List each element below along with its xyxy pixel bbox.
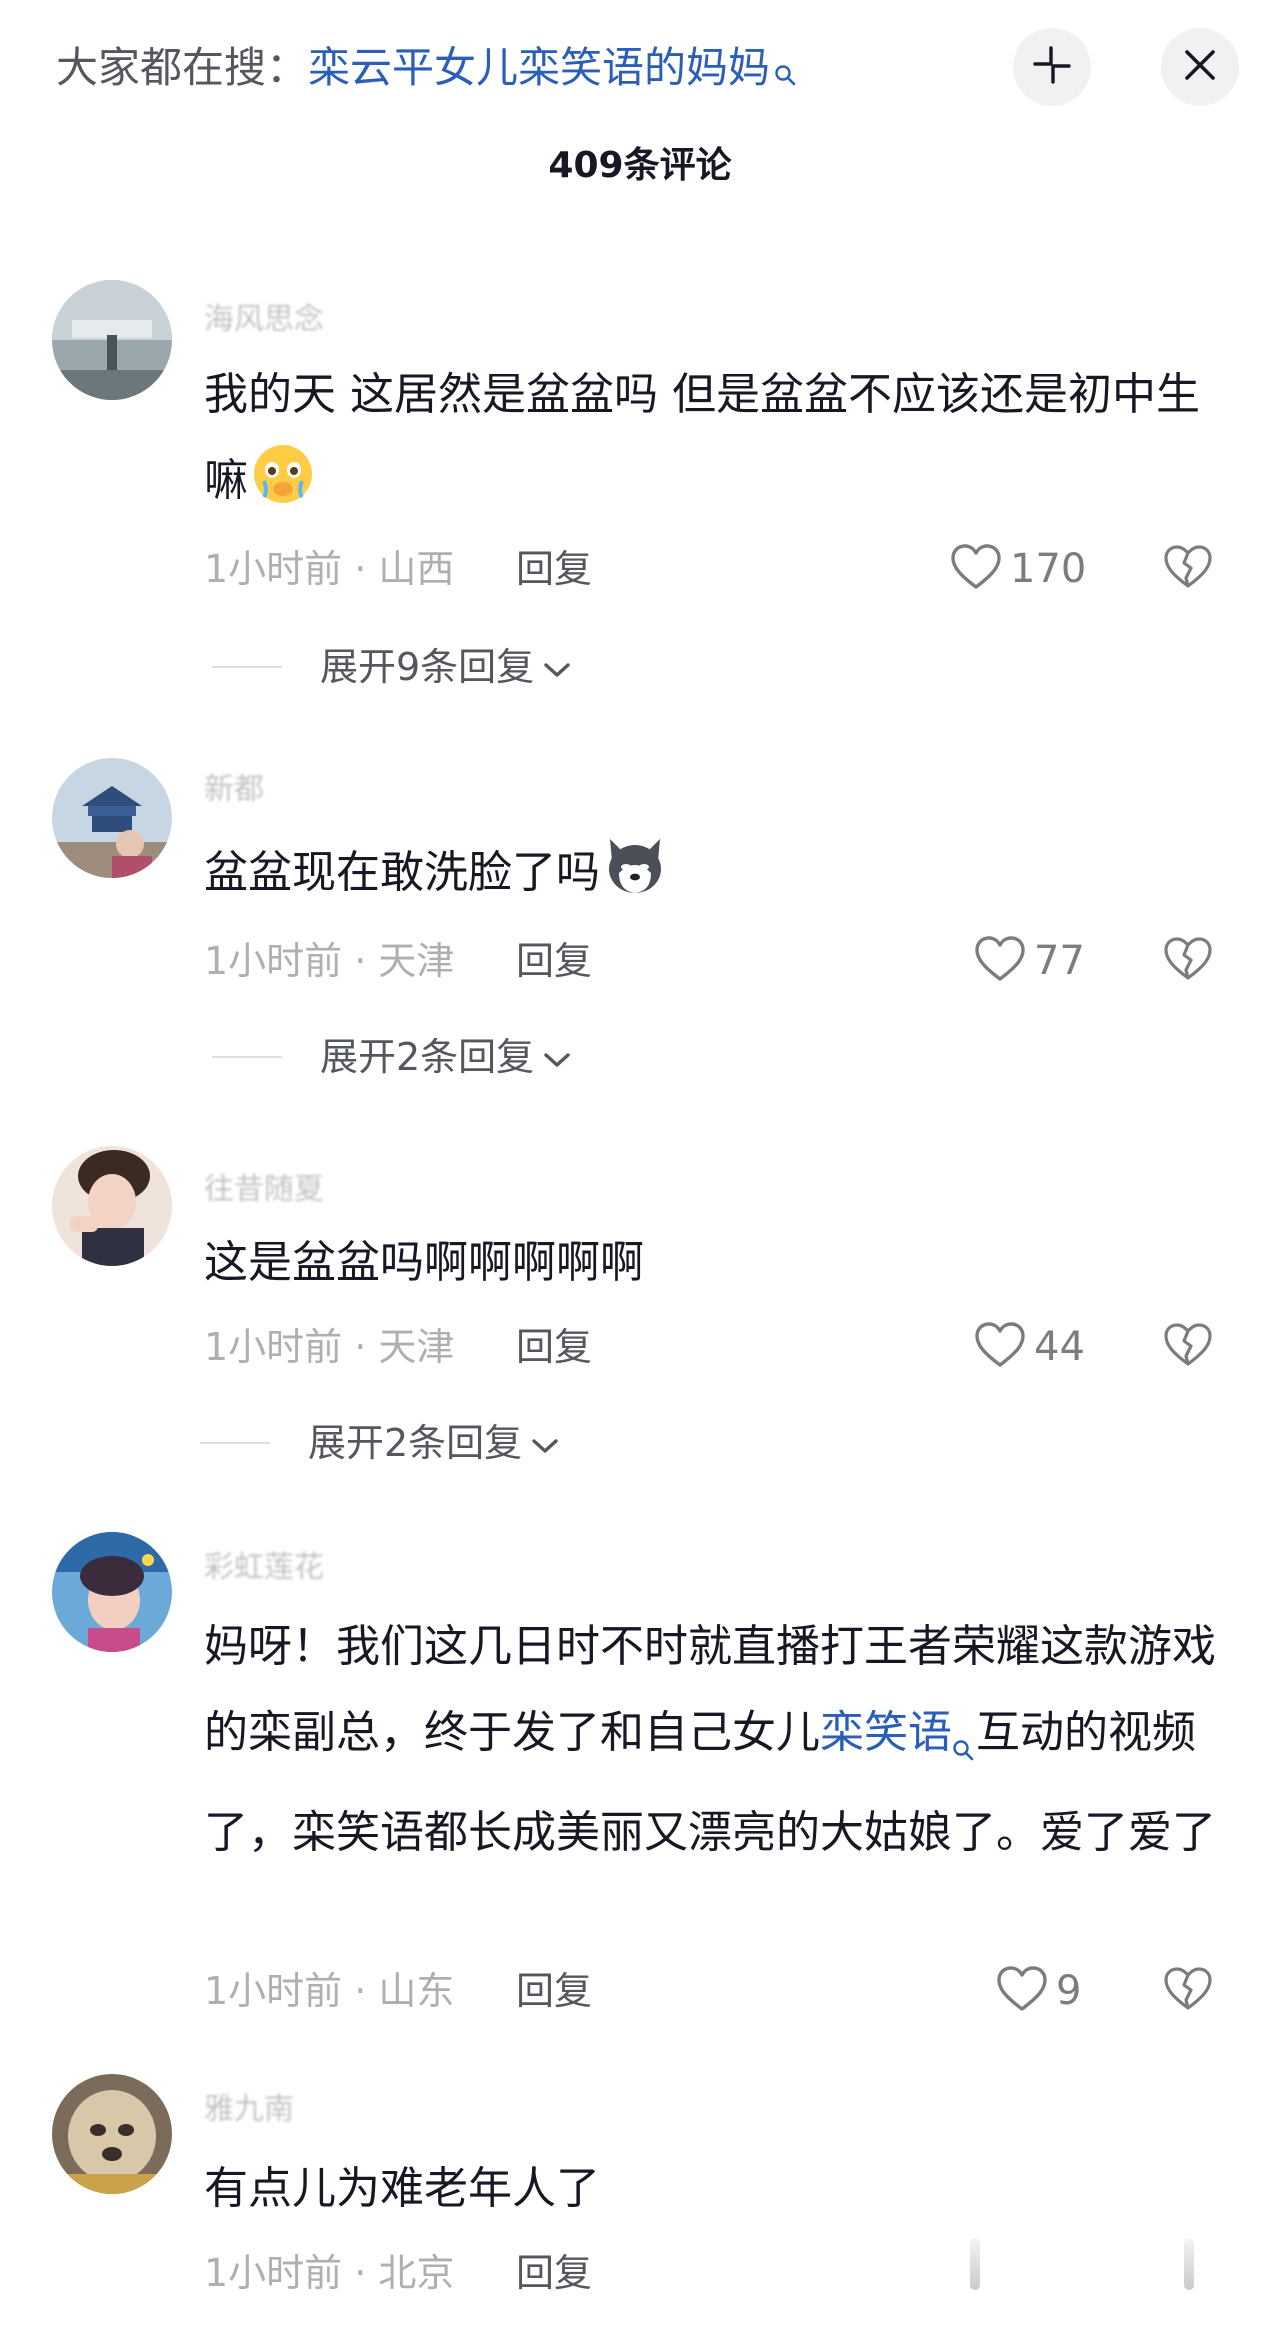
expand-replies-label: 展开2条回复 xyxy=(320,1035,535,1079)
comment-text: 这是盆盆吗啊啊啊啊啊 xyxy=(204,1237,644,1288)
username[interactable]: 彩虹莲花 xyxy=(204,1548,324,1588)
dislike-button[interactable] xyxy=(1160,1964,1216,2018)
husky-face-emoji xyxy=(602,833,668,899)
avatar[interactable] xyxy=(52,1146,172,1266)
comment-time-location: 1小时前 · 山东 xyxy=(204,1969,455,2013)
reply-button[interactable]: 回复 xyxy=(516,542,592,596)
avatar[interactable] xyxy=(52,758,172,878)
comment-text: 盆盆现在敢洗脸了吗 xyxy=(204,830,1234,916)
broken-heart-icon xyxy=(1163,936,1213,986)
like-count: 44 xyxy=(1034,1324,1085,1370)
teary-face-emoji xyxy=(250,441,316,507)
collapse-icon xyxy=(1031,44,1073,90)
broken-heart-icon xyxy=(1163,544,1213,594)
heart-icon xyxy=(950,543,1002,595)
comment-time-location: 1小时前 · 天津 xyxy=(204,939,455,983)
username[interactable]: 新都 xyxy=(204,770,264,810)
heart-icon xyxy=(974,1321,1026,1373)
collapse-button[interactable] xyxy=(1013,28,1091,106)
avatar[interactable] xyxy=(52,280,172,400)
divider-line xyxy=(212,1056,282,1058)
expand-replies-label: 展开2条回复 xyxy=(308,1421,523,1465)
search-suggestion-term[interactable]: 栾云平女儿栾笑语的妈妈 xyxy=(308,43,770,92)
dislike-button[interactable] xyxy=(1160,542,1216,596)
like-button[interactable]: 170 xyxy=(950,542,1086,596)
like-count: 77 xyxy=(1034,938,1085,984)
like-button[interactable]: 44 xyxy=(974,1320,1085,1374)
expand-replies[interactable]: 展开2条回复 xyxy=(200,1416,560,1470)
expand-replies-label: 展开9条回复 xyxy=(320,645,535,689)
search-suggestion-prefix: 大家都在搜： xyxy=(56,43,309,92)
username[interactable]: 海风思念 xyxy=(204,300,324,340)
like-count: 170 xyxy=(1010,546,1087,592)
avatar[interactable] xyxy=(52,1532,172,1652)
divider-line xyxy=(200,1442,270,1444)
comment-body: 我的天 这居然是盆盆吗 但是盆盆不应该还是初中生嘛 xyxy=(204,369,1200,506)
dislike-button[interactable] xyxy=(1160,934,1216,988)
like-button[interactable]: 77 xyxy=(974,934,1085,988)
broken-heart-icon xyxy=(1163,1322,1213,1372)
avatar[interactable] xyxy=(52,2074,172,2194)
comment-text: 我的天 这居然是盆盆吗 但是盆盆不应该还是初中生嘛 xyxy=(204,352,1234,524)
username[interactable]: 往昔随夏 xyxy=(204,1170,324,1210)
comment-time-location: 1小时前 · 天津 xyxy=(204,1325,455,1369)
heart-icon xyxy=(974,935,1026,987)
scroll-indicator xyxy=(970,2238,980,2290)
search-icon xyxy=(952,1704,974,1790)
reply-button[interactable]: 回复 xyxy=(516,2246,592,2300)
comment-time-location: 1小时前 · 北京 xyxy=(204,2251,455,2295)
expand-replies[interactable]: 展开9条回复 xyxy=(212,640,572,694)
comment-count-title: 409条评论 xyxy=(548,145,732,186)
reply-button[interactable]: 回复 xyxy=(516,1320,592,1374)
dislike-button[interactable] xyxy=(1160,1320,1216,1374)
close-button[interactable] xyxy=(1161,28,1239,106)
search-keyword-link[interactable]: 栾笑语 xyxy=(820,1707,952,1758)
search-suggestion[interactable]: 大家都在搜：栾云平女儿栾笑语的妈妈 xyxy=(56,38,796,102)
chevron-down-icon xyxy=(542,1030,572,1084)
username[interactable]: 雅九南 xyxy=(204,2090,294,2130)
search-icon xyxy=(774,42,796,102)
comment-body: 盆盆现在敢洗脸了吗 xyxy=(204,847,600,898)
expand-replies[interactable]: 展开2条回复 xyxy=(212,1030,572,1084)
comment-time-location: 1小时前 · 山西 xyxy=(204,547,455,591)
scroll-indicator xyxy=(1184,2238,1194,2290)
like-count: 9 xyxy=(1056,1968,1082,2014)
broken-heart-icon xyxy=(1163,1966,1213,2016)
heart-icon xyxy=(996,1965,1048,2017)
chevron-down-icon xyxy=(530,1416,560,1470)
close-icon xyxy=(1182,47,1218,87)
like-button[interactable]: 9 xyxy=(996,1964,1081,2018)
chevron-down-icon xyxy=(542,640,572,694)
reply-button[interactable]: 回复 xyxy=(516,1964,592,2018)
top-bar: 大家都在搜：栾云平女儿栾笑语的妈妈 xyxy=(0,0,1280,140)
divider-line xyxy=(212,666,282,668)
comment-text: 妈呀！我们这几日时不时就直播打王者荣耀这款游戏的栾副总，终于发了和自己女儿栾笑语… xyxy=(204,1604,1234,1876)
comment-text: 有点儿为难老年人了 xyxy=(204,2163,600,2214)
reply-button[interactable]: 回复 xyxy=(516,934,592,988)
